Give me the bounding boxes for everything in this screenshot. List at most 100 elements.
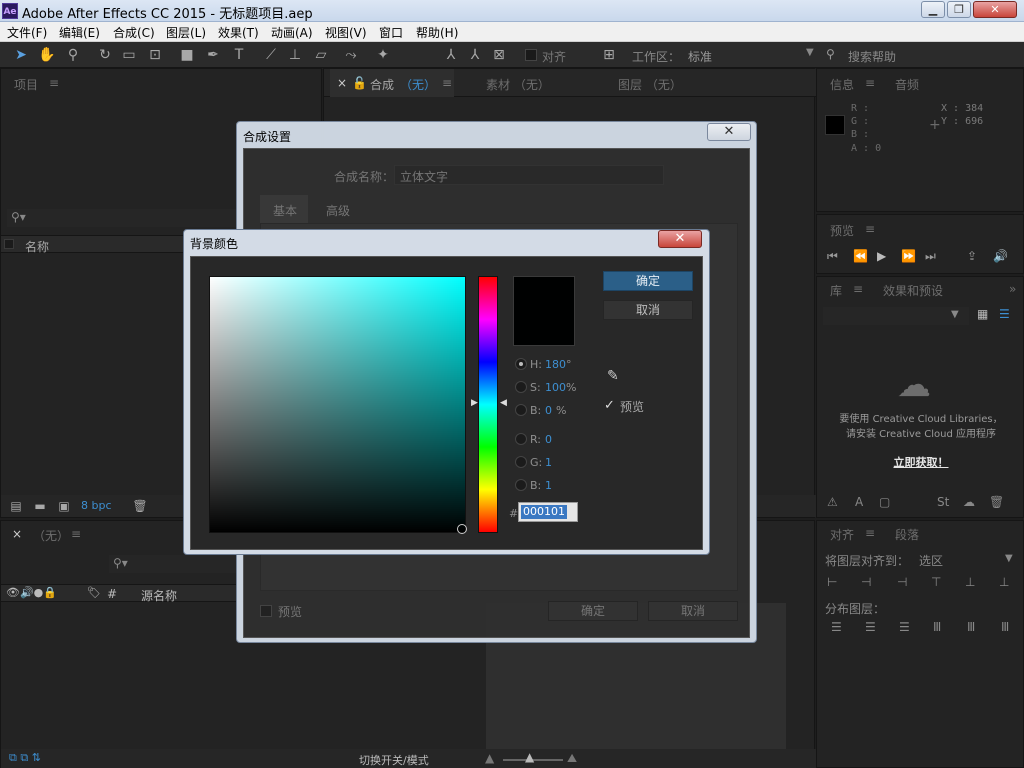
axis-local-icon[interactable]: ⅄ [442, 46, 460, 64]
next-frame-icon[interactable]: ⏩ [901, 249, 916, 263]
distribute-top-icon[interactable]: ☰ [831, 620, 842, 634]
hue-slider[interactable] [478, 276, 498, 533]
panel-menu-icon[interactable]: ≡ [71, 527, 81, 541]
preview-checkbox[interactable] [260, 605, 272, 617]
roto-brush-tool-icon[interactable]: ⤳ [342, 46, 360, 64]
minimize-button[interactable]: ▁ [921, 1, 945, 18]
more-panels-icon[interactable]: » [1009, 282, 1016, 296]
search-help-input[interactable]: 搜索帮助 [848, 48, 896, 65]
zoom-out-icon[interactable]: ▲ [485, 751, 494, 765]
distribute-hcenter-icon[interactable]: Ⅲ [967, 620, 975, 634]
menu-file[interactable]: 文件(F) [7, 24, 47, 41]
prev-frame-icon[interactable]: ⏪ [853, 249, 868, 263]
ok-button[interactable]: 确定 [548, 601, 638, 621]
align-hcenter-icon[interactable]: ⊣ [861, 575, 871, 589]
add-graphic-icon[interactable]: ⚠ [827, 495, 838, 509]
project-tab[interactable]: 项目 [14, 76, 38, 93]
s-radio[interactable] [515, 381, 527, 393]
distribute-vcenter-icon[interactable]: ☰ [865, 620, 876, 634]
close-tab-icon[interactable]: × [337, 76, 347, 90]
panel-menu-icon[interactable]: ≡ [442, 76, 452, 90]
zoom-slider-handle[interactable]: ▲ [525, 750, 534, 764]
menu-composition[interactable]: 合成(C) [113, 24, 155, 41]
align-checkbox[interactable] [525, 49, 537, 61]
new-composition-icon[interactable]: ▣ [55, 497, 73, 515]
chevron-down-icon[interactable]: ▼ [1005, 553, 1013, 564]
menu-window[interactable]: 窗口 [379, 24, 403, 41]
tab-composition[interactable]: × 🔓 合成 （无） ≡ [330, 69, 454, 97]
hex-input[interactable]: 000101 [518, 502, 578, 522]
zoom-tool-icon[interactable]: ⚲ [64, 46, 82, 64]
color-picker-cursor[interactable] [457, 524, 467, 534]
b-value[interactable]: 0 [545, 404, 552, 417]
lock-icon[interactable]: 🔓 [352, 76, 367, 90]
bit-depth-button[interactable]: 8 bpc [81, 499, 112, 512]
tab-basic[interactable]: 基本 [260, 195, 308, 223]
menu-animation[interactable]: 动画(A) [271, 24, 313, 41]
audio-icon[interactable]: 🔊 [993, 249, 1008, 263]
label-col-icon[interactable] [4, 239, 14, 249]
axis-view-icon[interactable]: ⊠ [490, 46, 508, 64]
trash-icon[interactable]: 🗑 [989, 495, 1004, 509]
align-top-icon[interactable]: ⊤ [931, 575, 941, 589]
rectangle-tool-icon[interactable]: ■ [178, 46, 196, 64]
selection-tool-icon[interactable]: ➤ [12, 46, 30, 64]
workspace-value[interactable]: 标准 [688, 48, 712, 65]
preview-checkbox[interactable]: ✓ [604, 398, 615, 413]
puppet-pin-tool-icon[interactable]: ✦ [374, 46, 392, 64]
menu-effect[interactable]: 效果(T) [218, 24, 259, 41]
r-radio[interactable] [515, 433, 527, 445]
b-radio[interactable] [515, 404, 527, 416]
tab-align[interactable]: 对齐 [830, 526, 854, 543]
list-view-icon[interactable]: ☰ [999, 307, 1010, 321]
cancel-button[interactable]: 取消 [648, 601, 738, 621]
panel-menu-icon[interactable]: ≡ [49, 76, 59, 90]
pan-behind-tool-icon[interactable]: ⊡ [146, 46, 164, 64]
clone-stamp-tool-icon[interactable]: ⊥ [286, 46, 304, 64]
hand-tool-icon[interactable]: ✋ [38, 46, 56, 64]
library-dropdown[interactable]: ▼ [823, 307, 969, 325]
get-now-link[interactable]: 立即获取！ [817, 454, 1024, 470]
r-value[interactable]: 0 [545, 433, 552, 446]
g-radio[interactable] [515, 456, 527, 468]
distribute-right-icon[interactable]: Ⅲ [1001, 620, 1009, 634]
axis-world-icon[interactable]: ⅄ [466, 46, 484, 64]
tab-library[interactable]: 库 [830, 282, 842, 299]
loop-icon[interactable]: ⇪ [967, 249, 977, 263]
name-column-header[interactable]: 名称 [25, 238, 49, 255]
blue-value[interactable]: 1 [545, 479, 552, 492]
toggle-switches-modes[interactable]: 切换开关/模式 [359, 752, 429, 768]
tab-layer[interactable]: 图层 （无） [618, 76, 682, 93]
grid-view-icon[interactable]: ▦ [977, 307, 988, 321]
menu-help[interactable]: 帮助(H) [416, 24, 458, 41]
dialog-close-button[interactable]: ✕ [707, 123, 751, 141]
zoom-in-icon[interactable]: ⛰ [567, 751, 577, 766]
panel-menu-icon[interactable]: ≡ [865, 222, 875, 236]
rotate-tool-icon[interactable]: ↻ [96, 46, 114, 64]
menu-view[interactable]: 视图(V) [325, 24, 367, 41]
menu-edit[interactable]: 编辑(E) [59, 24, 100, 41]
distribute-bottom-icon[interactable]: ☰ [899, 620, 910, 634]
align-to-dropdown[interactable]: 选区 [919, 552, 943, 569]
menu-layer[interactable]: 图层(L) [166, 24, 206, 41]
tab-preview[interactable]: 预览 [830, 222, 854, 239]
trash-icon[interactable]: 🗑 [131, 497, 149, 515]
comp-name-input[interactable]: 立体文字 [394, 165, 664, 185]
play-icon[interactable]: ▶ [877, 249, 886, 263]
panel-menu-icon[interactable]: ≡ [865, 76, 875, 90]
comp-flowchart-icon[interactable]: ⧉ ⧉ ⇅ [9, 751, 41, 765]
workspace-dropdown-icon[interactable]: ▼ [806, 47, 814, 58]
tab-effects-presets[interactable]: 效果和预设 [883, 282, 943, 299]
add-color-icon[interactable]: ▢ [879, 495, 890, 509]
align-right-icon[interactable]: ⊣ [897, 575, 907, 589]
camera-tool-icon[interactable]: ▭ [120, 46, 138, 64]
timeline-tab[interactable]: （无） [33, 527, 69, 544]
window-close-button[interactable]: ✕ [973, 1, 1017, 18]
hash-column[interactable]: # [107, 587, 117, 601]
align-bottom-icon[interactable]: ⊥ [999, 575, 1009, 589]
hue-slider-arrow-right[interactable]: ◀ [500, 398, 507, 408]
align-left-icon[interactable]: ⊢ [827, 575, 837, 589]
brush-tool-icon[interactable]: ⟋ [262, 46, 280, 64]
timeline-search[interactable]: ⚲▾ [109, 555, 239, 573]
tab-audio[interactable]: 音频 [895, 76, 919, 93]
